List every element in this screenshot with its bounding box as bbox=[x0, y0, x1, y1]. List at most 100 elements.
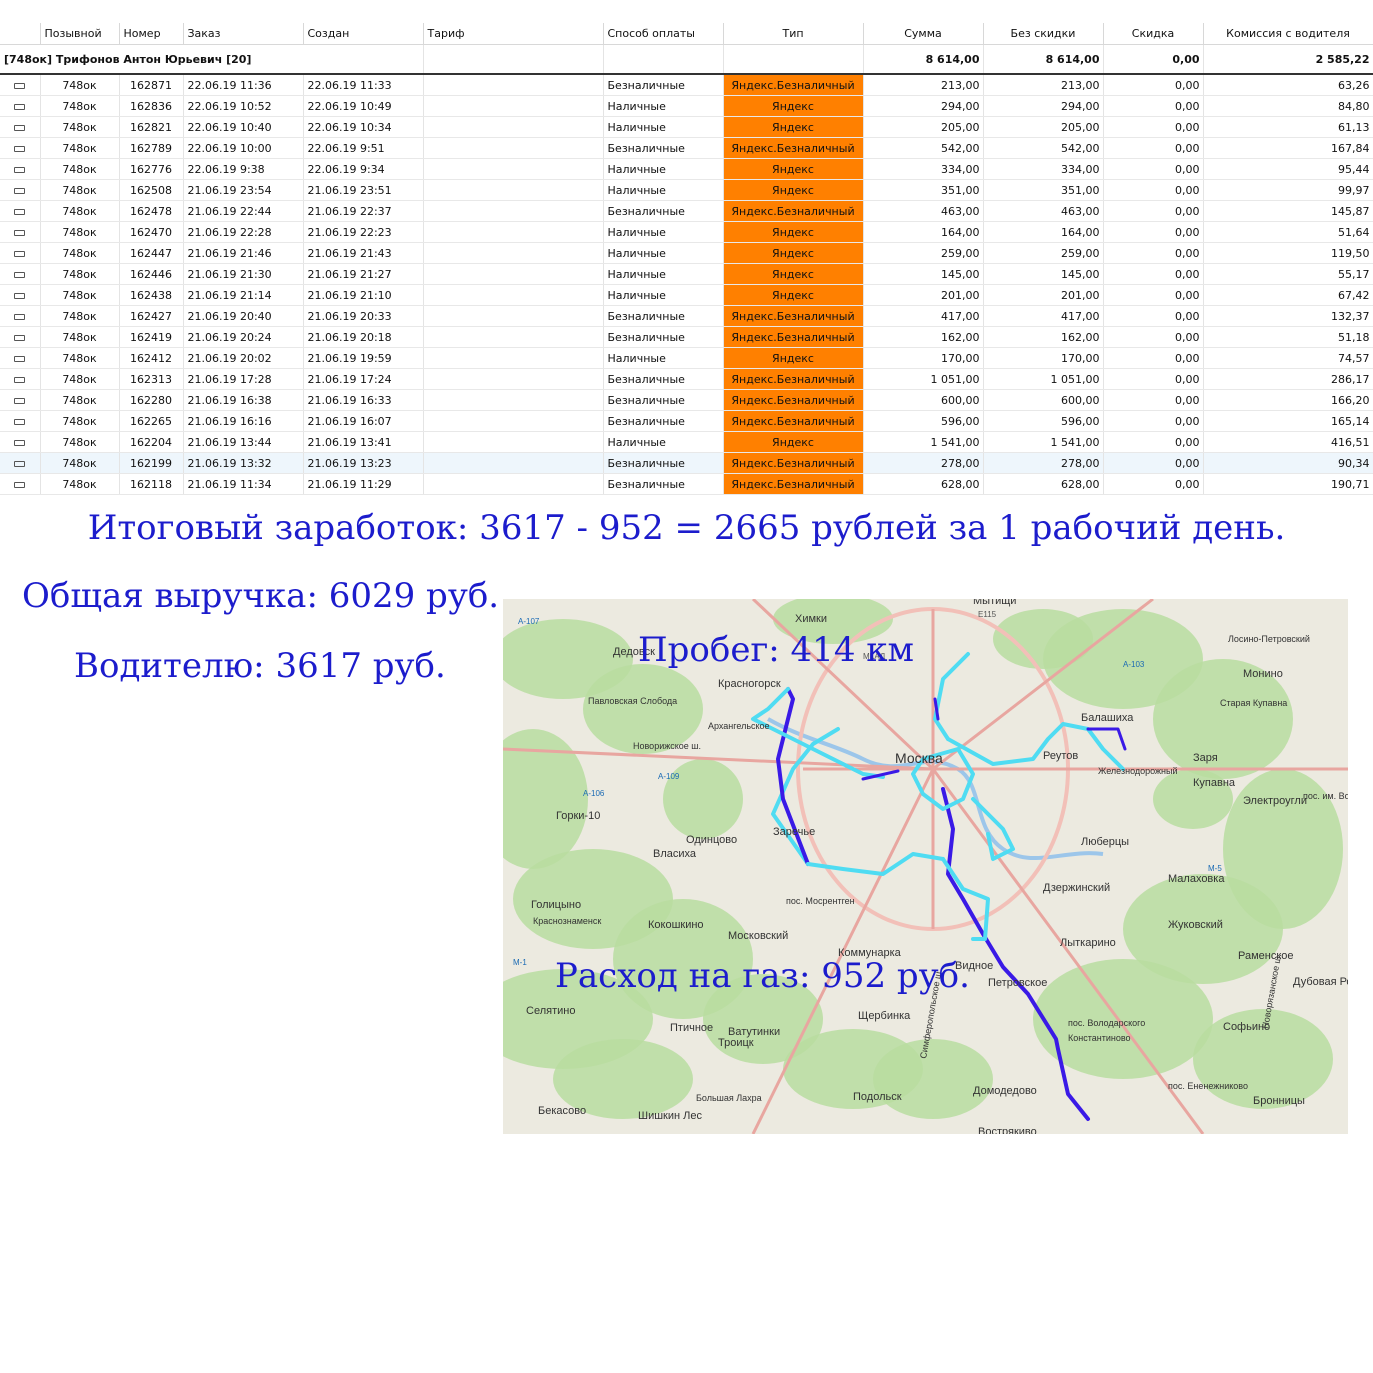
table-row[interactable]: 748ок 162776 22.06.19 9:38 22.06.19 9:34 Нал… bbox=[0, 158, 1373, 180]
col-icon[interactable] bbox=[0, 23, 41, 45]
table-row[interactable]: 748ок 162412 21.06.19 20:02 21.06.19 19:59 Н… bbox=[0, 347, 1373, 369]
table-row[interactable]: 748ок 162427 21.06.19 20:40 21.06.19 20:33 Б… bbox=[0, 305, 1373, 327]
col-number[interactable]: Номер bbox=[119, 23, 184, 45]
cell-order: 21.06.19 20:02 bbox=[183, 347, 304, 369]
table-row[interactable]: 748ок 162871 22.06.19 11:36 22.06.19 11:33 Б… bbox=[0, 74, 1373, 96]
cell-type: Яндекс.Безналичный bbox=[723, 305, 864, 327]
col-callsign[interactable]: Позывной bbox=[40, 23, 120, 45]
table-row[interactable]: 748ок 162447 21.06.19 21:46 21.06.19 21:43 Н… bbox=[0, 242, 1373, 264]
table-row[interactable]: 748ок 162789 22.06.19 10:00 22.06.19 9:51 Бе… bbox=[0, 137, 1373, 159]
row-expand-icon[interactable] bbox=[0, 200, 41, 222]
group-discount: 0,00 bbox=[1103, 44, 1204, 75]
row-expand-icon[interactable] bbox=[0, 347, 41, 369]
row-expand-icon[interactable] bbox=[0, 473, 41, 495]
map-place-label: Петровское bbox=[988, 977, 1047, 989]
col-type[interactable]: Тип bbox=[723, 23, 864, 45]
cell-number: 162478 bbox=[119, 200, 184, 222]
group-row[interactable]: [748ок] Трифонов Антон Юрьевич [20] 8 61… bbox=[0, 44, 1373, 75]
cell-order: 21.06.19 20:40 bbox=[183, 305, 304, 327]
col-tariff[interactable]: Тариф bbox=[423, 23, 604, 45]
table-row[interactable]: 748ок 162280 21.06.19 16:38 21.06.19 16:33 Б… bbox=[0, 389, 1373, 411]
group-commission: 2 585,22 bbox=[1203, 44, 1373, 75]
map-place-label: Лыткарино bbox=[1060, 937, 1116, 949]
cell-type: Яндекс.Безналичный bbox=[723, 326, 864, 348]
cell-number: 162776 bbox=[119, 158, 184, 180]
cell-no-discount: 278,00 bbox=[983, 452, 1104, 474]
table-row[interactable]: 748ок 162419 21.06.19 20:24 21.06.19 20:18 Б… bbox=[0, 326, 1373, 348]
row-expand-icon[interactable] bbox=[0, 368, 41, 390]
cell-number: 162118 bbox=[119, 473, 184, 495]
map-road-label: A-106 bbox=[583, 789, 605, 798]
table-row[interactable]: 748ок 162478 21.06.19 22:44 21.06.19 22:37 Б… bbox=[0, 200, 1373, 222]
table-row[interactable]: 748ок 162118 21.06.19 11:34 21.06.19 11:29 Б… bbox=[0, 473, 1373, 495]
cell-commission: 119,50 bbox=[1203, 242, 1373, 264]
row-expand-icon[interactable] bbox=[0, 179, 41, 201]
row-expand-icon[interactable] bbox=[0, 389, 41, 411]
table-row[interactable]: 748ок 162204 21.06.19 13:44 21.06.19 13:41 Н… bbox=[0, 431, 1373, 453]
table-row[interactable]: 748ок 162446 21.06.19 21:30 21.06.19 21:27 Н… bbox=[0, 263, 1373, 285]
table-row[interactable]: 748ок 162313 21.06.19 17:28 21.06.19 17:24 Б… bbox=[0, 368, 1373, 390]
map-road-label: M-5 bbox=[1208, 864, 1222, 873]
forest-area bbox=[993, 609, 1093, 669]
cell-order: 22.06.19 10:40 bbox=[183, 116, 304, 138]
row-expand-icon[interactable] bbox=[0, 137, 41, 159]
row-expand-icon[interactable] bbox=[0, 284, 41, 306]
map-place-label: Старая Купавна bbox=[1220, 698, 1287, 708]
row-expand-icon[interactable] bbox=[0, 242, 41, 264]
cell-created: 22.06.19 9:51 bbox=[303, 137, 424, 159]
route-map[interactable]: МКАД E115 A-107 A-103 A-109 A-106 M-5 M-1 Мытищ… bbox=[503, 599, 1348, 1134]
row-expand-icon[interactable] bbox=[0, 326, 41, 348]
row-expand-icon[interactable] bbox=[0, 263, 41, 285]
map-road-label: A-103 bbox=[1123, 660, 1145, 669]
revenue-headline: Общая выручка: 6029 руб. bbox=[22, 576, 500, 616]
row-expand-icon[interactable] bbox=[0, 431, 41, 453]
row-expand-icon[interactable] bbox=[0, 410, 41, 432]
cell-order: 22.06.19 9:38 bbox=[183, 158, 304, 180]
col-payment[interactable]: Способ оплаты bbox=[603, 23, 724, 45]
row-expand-icon[interactable] bbox=[0, 158, 41, 180]
cell-payment: Безналичные bbox=[603, 410, 724, 432]
table-row[interactable]: 748ок 162821 22.06.19 10:40 22.06.19 10:34 Н… bbox=[0, 116, 1373, 138]
row-expand-icon[interactable] bbox=[0, 305, 41, 327]
cell-discount: 0,00 bbox=[1103, 452, 1204, 474]
row-expand-icon[interactable] bbox=[0, 221, 41, 243]
cell-no-discount: 145,00 bbox=[983, 263, 1104, 285]
map-place-label: Подольск bbox=[853, 1091, 902, 1103]
table-row[interactable]: 748ок 162199 21.06.19 13:32 21.06.19 13:23 Б… bbox=[0, 452, 1373, 474]
map-canvas[interactable]: МКАДE115A-107A-103A-109A-106M-5M-1 Мытищ… bbox=[503, 599, 1348, 1134]
col-sum[interactable]: Сумма bbox=[863, 23, 984, 45]
row-icon bbox=[14, 313, 26, 320]
cell-no-discount: 162,00 bbox=[983, 326, 1104, 348]
group-no-discount: 8 614,00 bbox=[983, 44, 1104, 75]
table-row[interactable]: 748ок 162836 22.06.19 10:52 22.06.19 10:49 Н… bbox=[0, 95, 1373, 117]
col-commission[interactable]: Комиссия с водителя bbox=[1203, 23, 1373, 45]
cell-payment: Наличные bbox=[603, 95, 724, 117]
row-expand-icon[interactable] bbox=[0, 452, 41, 474]
cell-no-discount: 1 051,00 bbox=[983, 368, 1104, 390]
cell-sum: 164,00 bbox=[863, 221, 984, 243]
cell-tariff bbox=[423, 74, 604, 96]
row-expand-icon[interactable] bbox=[0, 95, 41, 117]
table-row[interactable]: 748ок 162438 21.06.19 21:14 21.06.19 21:10 Н… bbox=[0, 284, 1373, 306]
col-created[interactable]: Создан bbox=[303, 23, 424, 45]
cell-number: 162438 bbox=[119, 284, 184, 306]
cell-tariff bbox=[423, 158, 604, 180]
cell-tariff bbox=[423, 305, 604, 327]
cell-callsign: 748ок bbox=[40, 95, 120, 117]
cell-created: 21.06.19 13:23 bbox=[303, 452, 424, 474]
map-place-label: Балашиха bbox=[1081, 712, 1134, 724]
cell-commission: 190,71 bbox=[1203, 473, 1373, 495]
cell-commission: 63,26 bbox=[1203, 74, 1373, 96]
row-expand-icon[interactable] bbox=[0, 74, 41, 96]
cell-order: 21.06.19 21:46 bbox=[183, 242, 304, 264]
row-expand-icon[interactable] bbox=[0, 116, 41, 138]
table-row[interactable]: 748ок 162508 21.06.19 23:54 21.06.19 23:51 Н… bbox=[0, 179, 1373, 201]
col-discount[interactable]: Скидка bbox=[1103, 23, 1204, 45]
cell-callsign: 748ок bbox=[40, 326, 120, 348]
table-row[interactable]: 748ок 162265 21.06.19 16:16 21.06.19 16:07 Б… bbox=[0, 410, 1373, 432]
col-no-discount[interactable]: Без скидки bbox=[983, 23, 1104, 45]
col-order[interactable]: Заказ bbox=[183, 23, 304, 45]
cell-discount: 0,00 bbox=[1103, 263, 1204, 285]
cell-order: 21.06.19 13:44 bbox=[183, 431, 304, 453]
table-row[interactable]: 748ок 162470 21.06.19 22:28 21.06.19 22:23 Н… bbox=[0, 221, 1373, 243]
